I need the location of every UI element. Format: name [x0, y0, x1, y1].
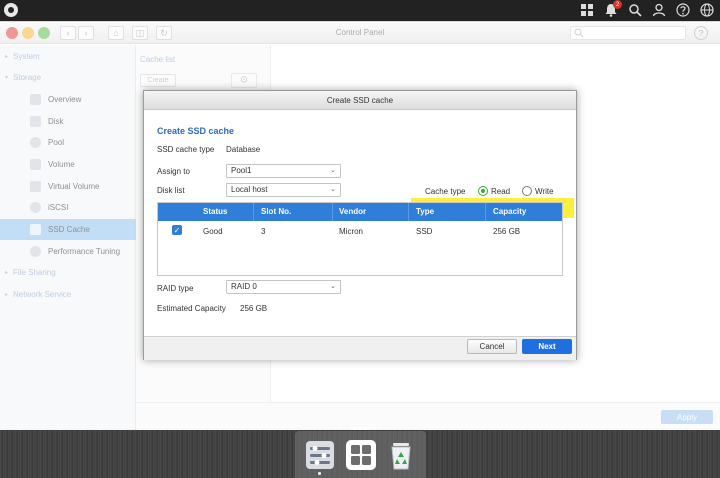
tasks-icon[interactable] — [579, 2, 594, 17]
cache-type-read-label[interactable]: Read — [491, 187, 510, 196]
notification-badge: 2 — [613, 0, 622, 9]
column-divider — [408, 203, 409, 221]
assign-to-select[interactable]: Pool1 ⌄ — [226, 164, 341, 178]
recycle-bin-icon[interactable] — [385, 439, 417, 471]
raid-type-value: RAID 0 — [231, 282, 257, 291]
ssd-cache-type-value: Database — [226, 145, 261, 154]
cell-capacity: 256 GB — [493, 227, 521, 236]
qnap-logo-icon[interactable] — [4, 3, 18, 17]
estimated-capacity-label: Estimated Capacity — [157, 304, 226, 313]
app-center-icon[interactable] — [345, 439, 377, 471]
column-divider — [485, 203, 486, 221]
assign-to-label: Assign to — [157, 167, 190, 176]
disk-table: Status Slot No. Vendor Type Capacity ✓ G… — [157, 202, 563, 276]
search-icon[interactable] — [627, 2, 642, 17]
disk-list-value: Local host — [231, 185, 268, 194]
check-icon: ✓ — [173, 225, 181, 235]
control-panel-icon[interactable] — [304, 439, 336, 471]
column-slot[interactable]: Slot No. — [261, 207, 291, 216]
dialog-footer: Cancel Next — [144, 336, 576, 360]
top-bar: 2 — [0, 0, 720, 21]
disk-list-select[interactable]: Local host ⌄ — [226, 183, 341, 197]
assign-to-value: Pool1 — [231, 166, 252, 175]
dialog-body: Create SSD cache SSD cache type Database… — [144, 110, 576, 336]
dock-active-indicator — [351, 427, 369, 430]
raid-type-select[interactable]: RAID 0 ⌄ — [226, 280, 341, 294]
ssd-cache-type-label: SSD cache type — [157, 145, 215, 154]
dialog-title: Create SSD cache — [144, 91, 576, 110]
cache-type-label: Cache type — [425, 187, 466, 196]
estimated-capacity-value: 256 GB — [240, 304, 268, 313]
column-status[interactable]: Status — [203, 207, 227, 216]
cache-type-write-radio[interactable] — [522, 186, 532, 196]
cache-type-write-label[interactable]: Write — [535, 187, 554, 196]
table-header: Status Slot No. Vendor Type Capacity — [158, 203, 562, 221]
create-ssd-cache-dialog: Create SSD cache Create SSD cache SSD ca… — [143, 90, 577, 360]
row-checkbox[interactable]: ✓ — [172, 225, 182, 235]
cell-type: SSD — [416, 227, 433, 236]
raid-type-label: RAID type — [157, 284, 194, 293]
disk-list-label: Disk list — [157, 186, 185, 195]
column-divider — [332, 203, 333, 221]
chevron-down-icon: ⌄ — [330, 186, 336, 193]
dock-running-dot — [318, 472, 321, 475]
cell-status: Good — [203, 227, 223, 236]
bell-icon[interactable]: 2 — [603, 0, 622, 17]
help-icon[interactable] — [675, 2, 690, 17]
dock — [295, 431, 426, 478]
dialog-heading: Create SSD cache — [157, 126, 235, 136]
chevron-down-icon: ⌄ — [330, 167, 336, 174]
column-capacity[interactable]: Capacity — [493, 207, 526, 216]
top-bar-icons: 2 — [579, 0, 714, 17]
cache-type-read-radio[interactable] — [478, 186, 488, 196]
column-divider — [253, 203, 254, 221]
cell-vendor: Micron — [339, 227, 364, 236]
cell-slot: 3 — [261, 227, 266, 236]
column-vendor[interactable]: Vendor — [339, 207, 366, 216]
column-type[interactable]: Type — [416, 207, 434, 216]
user-icon[interactable] — [651, 2, 666, 17]
cancel-button[interactable]: Cancel — [467, 339, 517, 354]
chevron-down-icon: ⌄ — [330, 283, 336, 290]
next-button[interactable]: Next — [522, 339, 572, 354]
globe-icon[interactable] — [699, 2, 714, 17]
